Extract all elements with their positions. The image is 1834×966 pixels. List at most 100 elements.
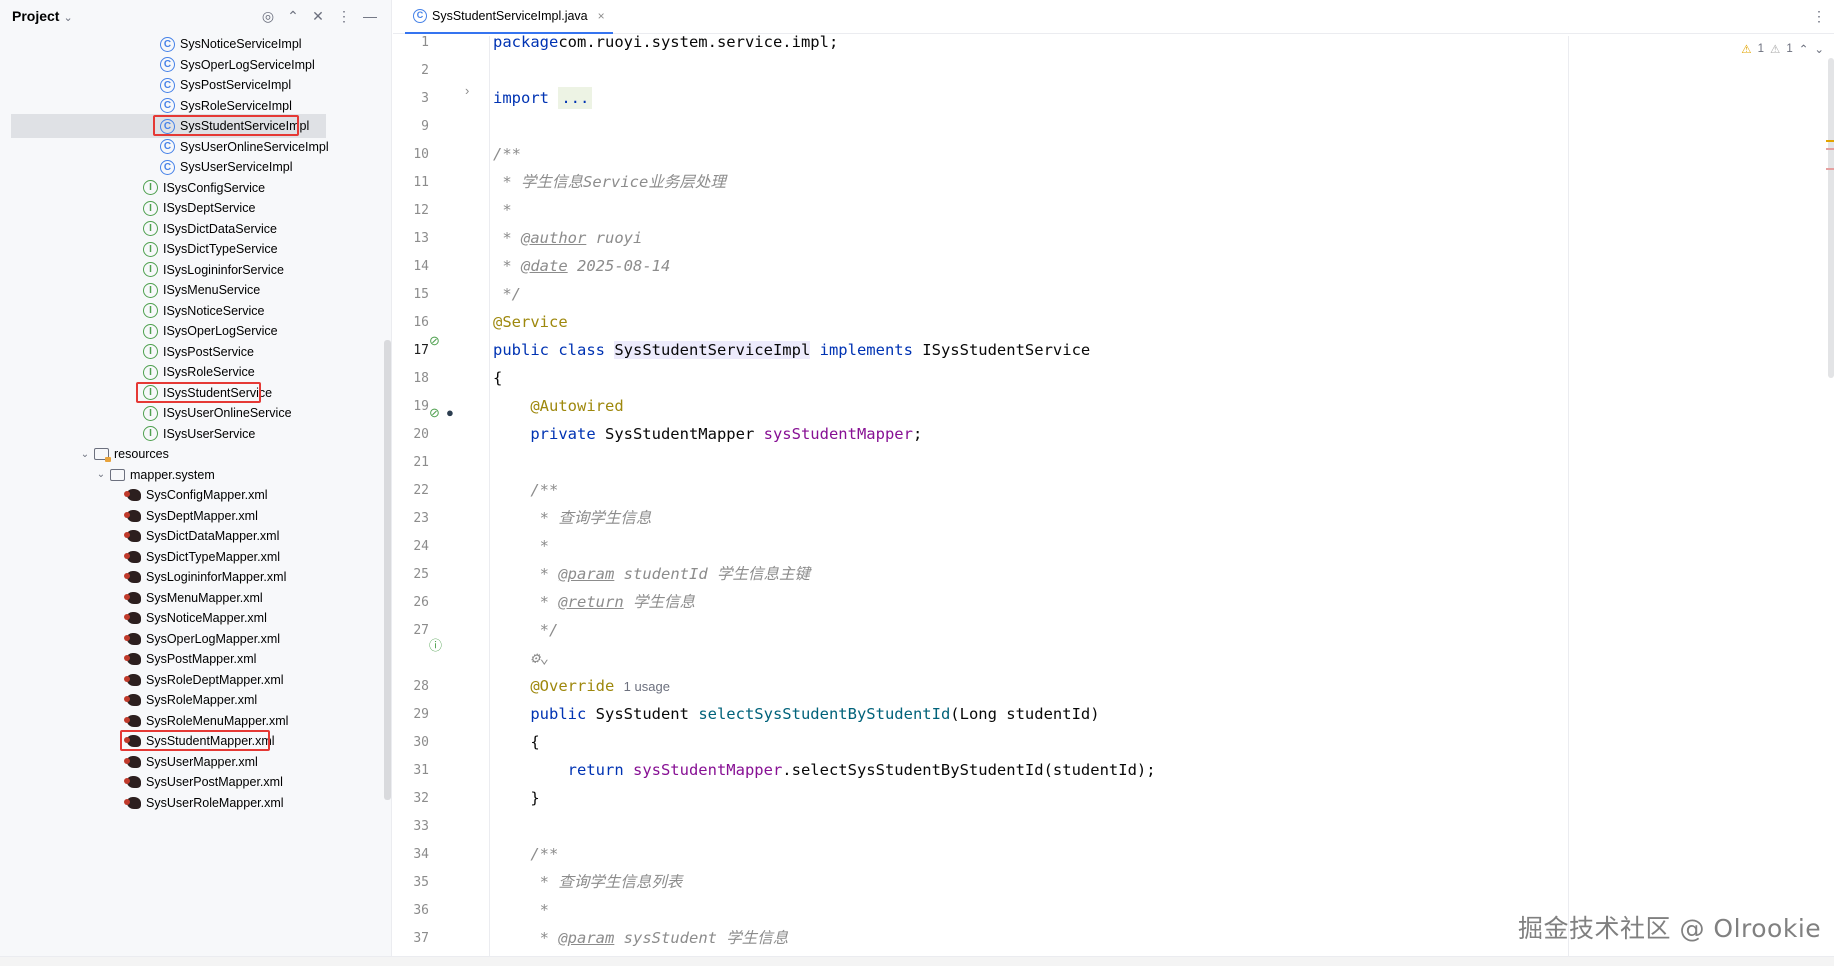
- code-token: return: [567, 761, 633, 779]
- code-line[interactable]: @Override 1 usage: [493, 672, 670, 700]
- code-token: {: [493, 369, 503, 387]
- interface-icon: I: [143, 426, 158, 441]
- code-token: ruoyi: [586, 229, 643, 247]
- tree-item-label: ISysLogininforService: [163, 262, 284, 277]
- line-number: 29: [413, 707, 429, 722]
- code-area[interactable]: packagecom.ruoyi.system.service.impl; imp…: [493, 33, 1833, 966]
- expand-arrow-icon[interactable]: ⌄: [78, 449, 92, 460]
- tree-item-label: SysNoticeMapper.xml: [146, 611, 267, 625]
- code-token: import: [493, 89, 549, 107]
- code-line[interactable]: /**: [493, 476, 558, 504]
- code-line[interactable]: *: [493, 532, 549, 560]
- fold-arrow-icon[interactable]: ›: [465, 83, 469, 98]
- editor-gutter: 1 2 3 9 10 11 12 13 14 15 16 17 18 19 20 21 22 23 24 25 26 27…: [393, 35, 490, 966]
- tree-item-label: mapper.system: [130, 467, 215, 482]
- error-stripe[interactable]: [1826, 168, 1834, 170]
- close-icon[interactable]: ×: [598, 9, 605, 23]
- code-line[interactable]: * @param studentId 学生信息主键: [493, 560, 810, 588]
- code-token: .selectSysStudentByStudentId(studentId);: [782, 761, 1156, 779]
- bean-icon[interactable]: ⊘: [429, 405, 440, 421]
- code-token: SysStudentServiceImpl: [614, 341, 811, 359]
- inspection-widget[interactable]: ⚠ 1 ⚠ 1 ⌃ ⌄: [1741, 42, 1824, 56]
- mybatis-bird-icon[interactable]: ●: [446, 405, 454, 420]
- code-line[interactable]: * @date 2025-08-14: [493, 252, 670, 280]
- interface-icon: I: [143, 200, 158, 216]
- code-line[interactable]: * 查询学生信息: [493, 504, 652, 532]
- warning-stripe[interactable]: [1826, 140, 1834, 142]
- code-line[interactable]: * @param sysStudent 学生信息: [493, 924, 789, 952]
- more-icon[interactable]: ⋮: [334, 6, 354, 26]
- line-number: 25: [413, 567, 429, 582]
- project-view-selector[interactable]: Project ⌄: [12, 8, 73, 24]
- tree-item-label: SysDictDataMapper.xml: [146, 529, 280, 543]
- code-line[interactable]: /**: [493, 140, 521, 168]
- expand-icon[interactable]: ⌃: [283, 6, 303, 26]
- code-line[interactable]: * 学生信息Service业务层处理: [493, 168, 726, 196]
- code-token: */: [493, 621, 559, 639]
- code-line[interactable]: private SysStudentMapper sysStudentMappe…: [493, 420, 922, 448]
- mybatis-xml-icon: [124, 673, 141, 686]
- mybatis-xml-icon: [124, 612, 141, 624]
- expand-arrow-icon[interactable]: ⌄: [94, 469, 108, 480]
- locate-icon[interactable]: ◎: [258, 6, 278, 26]
- tree-file-item[interactable]: SysUserRoleMapper.xml: [124, 791, 284, 815]
- line-number: 35: [413, 875, 429, 890]
- error-stripe[interactable]: [1826, 148, 1834, 150]
- collapse-icon[interactable]: ✕: [308, 6, 328, 26]
- tree-item-label: SysLogininforMapper.xml: [146, 570, 287, 584]
- tree-item-label: ISysPostService: [163, 344, 255, 359]
- code-line[interactable]: public SysStudent selectSysStudentByStud…: [493, 700, 1099, 728]
- code-line[interactable]: {: [493, 364, 502, 392]
- interface-icon: I: [143, 303, 158, 318]
- code-line[interactable]: public class SysStudentServiceImpl imple…: [493, 336, 1090, 364]
- code-token: 学生信息: [623, 593, 695, 611]
- code-token: ISysStudentService: [922, 341, 1091, 359]
- code-line[interactable]: */: [493, 280, 521, 308]
- code-line[interactable]: @Autowired: [493, 392, 624, 420]
- folded-imports[interactable]: ...: [558, 87, 593, 109]
- editor-scrollbar[interactable]: [1828, 58, 1834, 378]
- code-line[interactable]: packagecom.ruoyi.system.service.impl;: [493, 28, 838, 56]
- code-line[interactable]: import ...: [493, 84, 593, 112]
- bean-icon[interactable]: ⊘: [429, 333, 440, 349]
- minimize-icon[interactable]: —: [360, 6, 380, 26]
- class-icon: C: [160, 159, 175, 175]
- code-line[interactable]: * @author ruoyi: [493, 224, 642, 252]
- project-scrollbar[interactable]: [384, 340, 391, 800]
- next-highlight-icon[interactable]: ⌄: [1814, 42, 1824, 56]
- usage-hint[interactable]: 1 usage: [624, 679, 670, 694]
- code-token: @Autowired: [530, 397, 624, 415]
- code-line[interactable]: return sysStudentMapper.selectSysStudent…: [493, 756, 1156, 784]
- code-line[interactable]: @Service: [493, 308, 568, 336]
- more-icon[interactable]: ⋮: [1812, 8, 1826, 25]
- code-token: @Override: [530, 677, 615, 695]
- prev-highlight-icon[interactable]: ⌃: [1799, 42, 1809, 56]
- code-line[interactable]: *: [493, 196, 511, 224]
- line-number: 15: [413, 287, 429, 302]
- code-line[interactable]: */: [493, 616, 559, 644]
- code-line[interactable]: * 查询学生信息列表: [493, 868, 683, 896]
- code-editor: C SysStudentServiceImpl.java × ⋮ 1 2 3 9 10 1…: [393, 0, 1834, 966]
- code-token: *: [493, 929, 559, 947]
- code-line[interactable]: * @return 学生信息: [493, 588, 695, 616]
- code-line[interactable]: *: [493, 896, 549, 924]
- line-number: 37: [413, 931, 429, 946]
- tree-item-label: ISysMenuService: [163, 283, 261, 297]
- mybatis-xml-icon: [124, 509, 141, 522]
- code-line[interactable]: {: [493, 728, 539, 756]
- code-token: sysStudent 学生信息: [614, 929, 789, 947]
- code-line[interactable]: }: [493, 784, 539, 812]
- line-number: 26: [413, 595, 429, 610]
- tree-item-label: ISysOperLogService: [163, 324, 278, 338]
- interface-icon: I: [143, 221, 158, 236]
- line-number: 21: [413, 455, 429, 470]
- line-number: 27: [413, 623, 429, 638]
- implements-icon[interactable]: ⓘ: [429, 635, 442, 654]
- code-line[interactable]: /**: [493, 840, 558, 868]
- code-token: selectSysStudentByStudentId: [698, 705, 951, 723]
- line-number: 14: [413, 259, 429, 274]
- code-line[interactable]: ⚙⌄: [493, 644, 549, 672]
